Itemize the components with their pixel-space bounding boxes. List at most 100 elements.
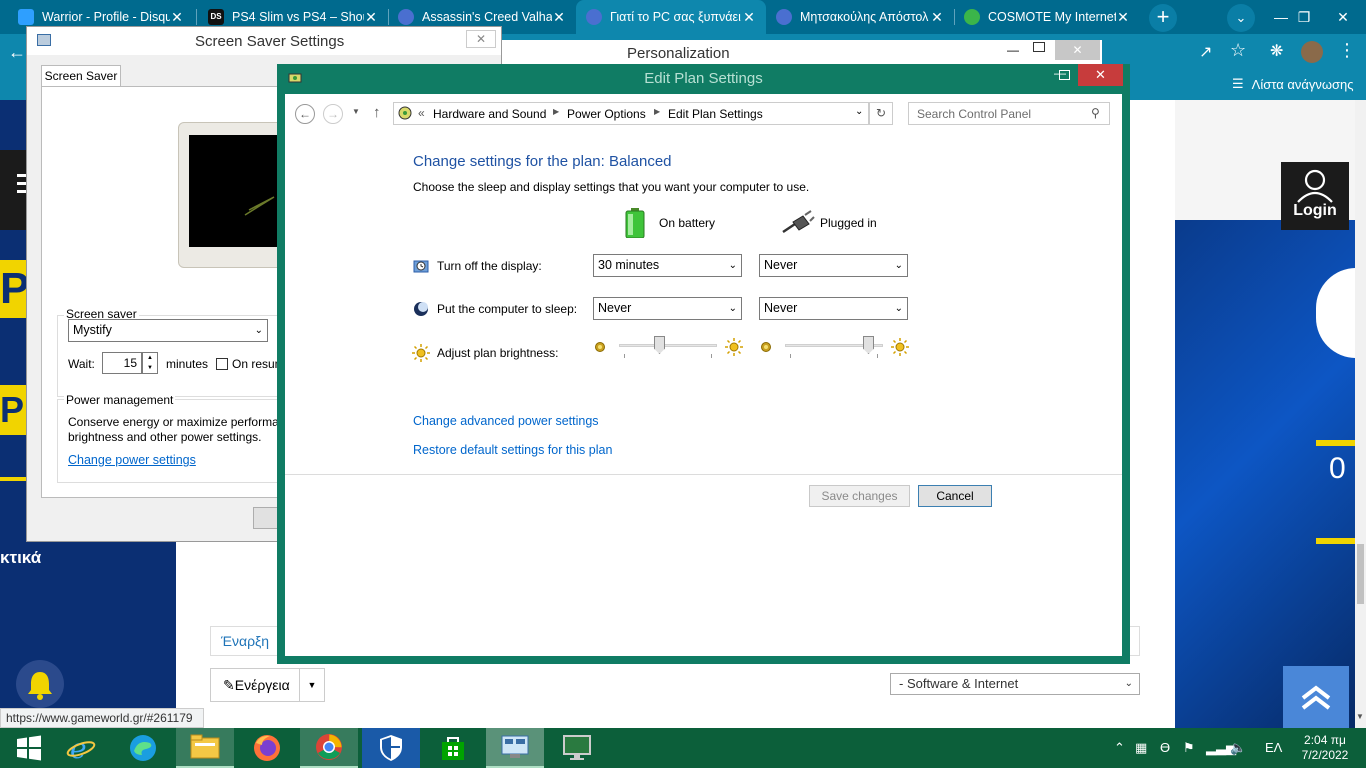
save-changes-button[interactable]: Save changes	[809, 485, 910, 507]
login-button[interactable]: Login	[1281, 162, 1349, 230]
browser-close-button[interactable]: ✕	[1320, 0, 1366, 34]
reading-list-button[interactable]: ☰ Λίστα ανάγνωσης	[1232, 76, 1354, 92]
wait-label: Wait:	[68, 357, 95, 371]
forward-button[interactable]: →	[323, 104, 343, 124]
tab-close-icon[interactable]: ✕	[552, 9, 566, 26]
action-flag-icon[interactable]: ⚑	[1183, 740, 1195, 756]
tab-close-icon[interactable]: ✕	[170, 9, 184, 26]
activity-button[interactable]: ✎Ενέργεια	[210, 668, 300, 702]
bookmark-star-icon[interactable]: ☆	[1230, 40, 1246, 61]
status-bar-url: https://www.gameworld.gr/#261179	[0, 708, 204, 728]
slider-thumb[interactable]	[863, 336, 874, 354]
breadcrumb-hardware-and-sound[interactable]: Hardware and Sound	[433, 107, 546, 121]
screensaver-taskbar-button[interactable]	[548, 728, 606, 768]
bluetooth-icon[interactable]: ϴ	[1160, 740, 1170, 755]
activity-dropdown-icon[interactable]: ▼	[299, 668, 325, 702]
up-arrow-icon[interactable]: ↑	[373, 104, 381, 121]
tab-pc-wakes[interactable]: Γιατί το PC σας ξυπνάει ✕	[576, 0, 766, 34]
screensaver-close-button[interactable]: ✕	[466, 30, 496, 48]
volume-icon[interactable]: 🔈	[1230, 740, 1246, 756]
refresh-icon[interactable]: ↻	[869, 102, 893, 125]
firefox-taskbar-button[interactable]	[238, 728, 296, 768]
banner-letter: 0	[1329, 452, 1346, 485]
defender-taskbar-button[interactable]	[362, 728, 420, 768]
edit-plan-maximize-button[interactable]	[1059, 70, 1070, 80]
display-battery-select[interactable]: 30 minutes ⌄	[593, 254, 742, 277]
breadcrumb-power-options[interactable]: Power Options	[567, 107, 646, 121]
breadcrumb-separator-icon[interactable]: ▶	[654, 107, 660, 116]
personalization-minimize-button[interactable]: —	[1007, 43, 1019, 57]
chrome-taskbar-button[interactable]	[300, 728, 358, 768]
taskbar-clock[interactable]: 2:04 πμ 7/2/2022	[1290, 733, 1360, 763]
brightness-plugged-slider[interactable]	[785, 334, 883, 358]
internet-explorer-taskbar-button[interactable]: e	[52, 728, 110, 768]
share-icon[interactable]: ↗	[1199, 42, 1212, 62]
control-panel-icon	[501, 735, 529, 758]
search-control-panel-input[interactable]: Search Control Panel ⚲	[908, 102, 1110, 125]
edit-plan-close-button[interactable]: ✕	[1078, 64, 1123, 86]
tab-close-icon[interactable]: ✕	[364, 9, 378, 26]
slider-thumb[interactable]	[654, 336, 665, 354]
device-icon[interactable]: ▦	[1135, 740, 1147, 756]
profile-avatar[interactable]	[1301, 41, 1323, 63]
bell-icon	[28, 672, 52, 700]
recent-locations-chevron-icon[interactable]: ▼	[352, 107, 360, 116]
address-bar[interactable]: « Hardware and Sound ▶ Power Options ▶ E…	[393, 102, 869, 125]
screensaver-select-value: Mystify	[73, 323, 112, 337]
breadcrumb-separator-icon[interactable]: ▶	[553, 107, 559, 116]
control-panel-taskbar-button[interactable]	[486, 728, 544, 768]
page-scrollbar[interactable]: ▼	[1355, 100, 1366, 728]
site-menu-button[interactable]	[0, 150, 26, 230]
cancel-button[interactable]: Cancel	[918, 485, 992, 507]
menu-dots-icon[interactable]: ⋮	[1338, 40, 1356, 61]
store-taskbar-button[interactable]	[424, 728, 482, 768]
tab-close-icon[interactable]: ✕	[930, 9, 944, 26]
tab-close-icon[interactable]: ✕	[742, 9, 756, 26]
address-dropdown-chevron-icon[interactable]: ⌄	[855, 106, 863, 117]
file-explorer-taskbar-button[interactable]	[176, 728, 234, 768]
on-resume-checkbox[interactable]	[216, 358, 228, 370]
brightness-sun-icon	[412, 344, 430, 362]
personalization-maximize-button[interactable]	[1033, 42, 1045, 52]
breadcrumb-edit-plan-settings[interactable]: Edit Plan Settings	[668, 107, 763, 121]
banner-letter: P	[0, 385, 26, 435]
change-power-settings-link[interactable]: Change power settings	[68, 453, 196, 467]
chevron-down-icon: ⌄	[254, 325, 263, 336]
new-tab-button[interactable]: +	[1149, 4, 1177, 32]
category-select[interactable]: - Software & Internet ⌄	[890, 673, 1140, 695]
display-battery-value: 30 minutes	[598, 258, 660, 272]
edit-plan-client: ← → ▼ ↑ « Hardware and Sound ▶ Power Opt…	[285, 94, 1122, 656]
tab-mitsakoulis[interactable]: Μητσακούλης Απόστολ ✕	[766, 0, 954, 34]
tab-cosmote[interactable]: COSMOTE My Internet ✕	[954, 0, 1140, 34]
chrome-icon	[316, 734, 342, 760]
display-timer-icon	[413, 258, 429, 274]
display-plugged-select[interactable]: Never ⌄	[759, 254, 908, 277]
wait-spinner[interactable]: ▲ ▼	[142, 352, 158, 374]
scroll-to-top-button[interactable]	[1283, 666, 1349, 728]
tab-close-icon[interactable]: ✕	[1116, 9, 1130, 26]
start-button[interactable]	[0, 728, 58, 768]
show-hidden-icons-chevron-icon[interactable]: ⌃	[1114, 740, 1125, 756]
scroll-down-icon[interactable]: ▼	[1356, 712, 1364, 721]
screensaver-select[interactable]: Mystify ⌄	[68, 319, 268, 342]
change-advanced-power-settings-link[interactable]: Change advanced power settings	[413, 414, 599, 428]
scrollbar-thumb[interactable]	[1357, 544, 1364, 604]
tab-search-chevron-icon[interactable]: ⌄	[1227, 4, 1255, 32]
right-ad-banner[interactable]: 0	[1175, 220, 1355, 728]
wait-minutes-input[interactable]: 15	[102, 352, 142, 374]
sleep-battery-select[interactable]: Never ⌄	[593, 297, 742, 320]
back-arrow-icon[interactable]: ←	[8, 42, 26, 63]
brightness-battery-slider[interactable]	[619, 334, 717, 358]
cosmote-favicon-icon	[964, 9, 980, 25]
edge-taskbar-button[interactable]	[114, 728, 172, 768]
back-button[interactable]: ←	[295, 104, 315, 124]
personalization-close-button[interactable]: ✕	[1055, 40, 1100, 60]
sleep-plugged-select[interactable]: Never ⌄	[759, 297, 908, 320]
edge-icon	[130, 735, 156, 761]
language-indicator[interactable]: ΕΛ	[1265, 740, 1282, 755]
tab-start[interactable]: Έναρξη	[221, 633, 269, 649]
notification-bell-button[interactable]	[16, 660, 64, 708]
extensions-icon[interactable]: ❋	[1270, 41, 1283, 61]
tab-screen-saver[interactable]: Screen Saver	[41, 65, 121, 87]
restore-default-settings-link[interactable]: Restore default settings for this plan	[413, 443, 612, 457]
